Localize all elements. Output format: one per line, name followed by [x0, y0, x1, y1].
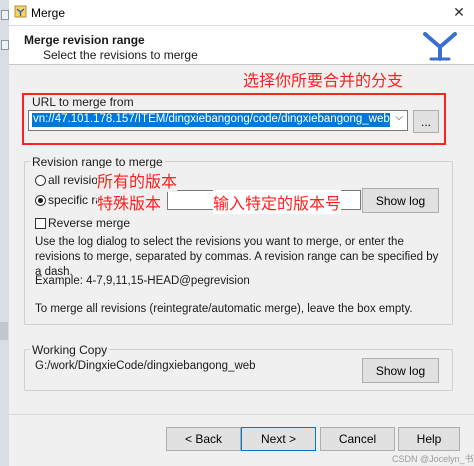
url-group-label: URL to merge from: [32, 95, 134, 109]
desktop-icon: [1, 10, 9, 20]
show-log-button[interactable]: Show log: [362, 188, 439, 213]
specific-range-radio[interactable]: [35, 195, 46, 206]
window-title: Merge: [31, 6, 66, 20]
next-button[interactable]: Next >: [241, 427, 316, 451]
page-title: Merge revision range: [24, 33, 145, 47]
url-combobox[interactable]: vn://47.101.178.157/ITEM/dingxiebangong/…: [28, 110, 408, 131]
revision-example: Example: 4-7,9,11,15-HEAD@pegrevision: [35, 275, 250, 287]
back-button[interactable]: < Back: [166, 427, 241, 451]
page-subtitle: Select the revisions to merge: [43, 48, 198, 62]
chevron-down-icon[interactable]: ⌵: [393, 112, 405, 127]
merge-all-note: To merge all revisions (reintegrate/auto…: [35, 303, 413, 315]
working-copy-show-log-button[interactable]: Show log: [362, 358, 439, 383]
desktop-scroll-thumb: [0, 322, 8, 340]
close-icon[interactable]: ✕: [450, 4, 468, 20]
revision-help-text: Use the log dialog to select the revisio…: [35, 236, 439, 278]
wizard-header: Merge revision range Select the revision…: [9, 26, 474, 65]
reverse-merge-label[interactable]: Reverse merge: [48, 216, 130, 230]
working-copy-label: Working Copy: [30, 343, 110, 357]
help-button[interactable]: Help: [398, 427, 460, 451]
desktop-icon: [1, 40, 9, 50]
annotation-input-version: 输入特定的版本号: [213, 190, 342, 214]
cancel-button[interactable]: Cancel: [320, 427, 395, 451]
browse-url-button[interactable]: ...: [413, 110, 439, 133]
working-copy-path: G:/work/DingxieCode/dingxiebangong_web: [35, 360, 256, 372]
url-selection: vn://47.101.178.157/ITEM/dingxiebangong/…: [32, 113, 390, 127]
all-revisions-radio[interactable]: [35, 175, 46, 186]
footer-divider: [9, 414, 474, 415]
annotation-all-versions: 所有的版本: [97, 168, 178, 192]
annotation-special-version: 特殊版本: [97, 190, 162, 214]
revision-group-label: Revision range to merge: [30, 155, 165, 169]
annotation-choose-branch: 选择你所要合并的分支: [243, 73, 404, 90]
merge-app-icon: [14, 5, 27, 18]
tortoise-merge-logo-icon: [423, 32, 457, 61]
url-value: vn://47.101.178.157/ITEM/dingxiebangong/…: [33, 113, 390, 125]
watermark: CSDN @Jocelyn_书: [392, 454, 474, 464]
reverse-merge-checkbox[interactable]: [35, 218, 46, 229]
title-bar: Merge ✕: [9, 0, 474, 26]
